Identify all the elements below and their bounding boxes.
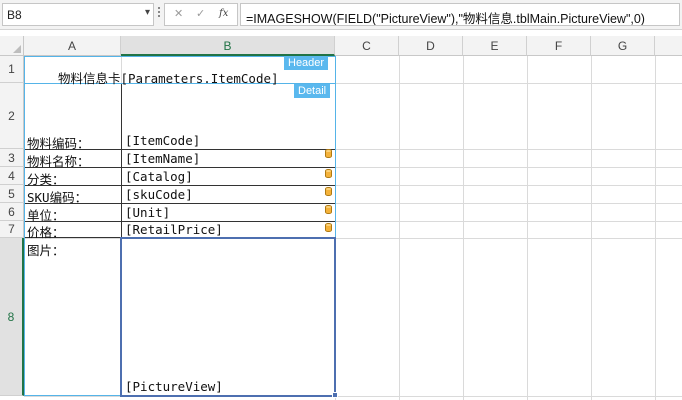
cell-a8-label[interactable]: 图片： xyxy=(27,240,65,259)
active-cell-selection[interactable] xyxy=(120,237,336,397)
cell-b7-value[interactable]: [RetailPrice] xyxy=(125,222,223,237)
name-box[interactable]: B8 ▾ xyxy=(2,3,154,26)
column-header-partial[interactable] xyxy=(655,36,682,56)
formula-input[interactable]: =IMAGESHOW(FIELD("PictureView"),"物料信息.tb… xyxy=(240,3,680,26)
cell-b5-value[interactable]: [skuCode] xyxy=(125,187,193,202)
database-field-icon xyxy=(325,205,332,214)
formula-buttons: ✕ ✓ fx xyxy=(164,3,238,26)
row-header-8[interactable]: 8 xyxy=(0,238,24,396)
column-header-g[interactable]: G xyxy=(591,36,655,56)
cell-border xyxy=(24,185,335,186)
detail-band-label[interactable]: Detail xyxy=(294,84,331,98)
database-field-icon xyxy=(325,187,332,196)
cell-a2-label[interactable]: 物料编码： xyxy=(27,133,90,152)
row-header-5[interactable]: 5 xyxy=(0,185,24,203)
gridline xyxy=(527,56,528,400)
cell-b4-value[interactable]: [Catalog] xyxy=(125,169,193,184)
gridline xyxy=(399,56,400,400)
enter-icon[interactable]: ✓ xyxy=(196,7,205,20)
column-header-b[interactable]: B xyxy=(121,36,335,56)
name-box-value: B8 xyxy=(7,8,22,22)
cell-a5-label[interactable]: SKU编码： xyxy=(27,187,87,206)
column-header-f[interactable]: F xyxy=(527,36,591,56)
gridline xyxy=(591,56,592,400)
insert-function-icon[interactable]: fx xyxy=(219,8,228,19)
formula-bar-resize-handle[interactable] xyxy=(156,5,162,25)
row-header-6[interactable]: 6 xyxy=(0,203,24,221)
column-header-c[interactable]: C xyxy=(335,36,399,56)
row-header-4[interactable]: 4 xyxy=(0,167,24,185)
database-field-icon xyxy=(325,149,332,158)
cancel-icon[interactable]: ✕ xyxy=(174,7,183,20)
spreadsheet-grid[interactable]: A B C D E F G 1 2 3 4 5 6 7 8 Header Det… xyxy=(0,36,682,400)
select-all-button[interactable] xyxy=(0,36,24,56)
cell-b2-value[interactable]: [ItemCode] xyxy=(125,133,200,148)
database-field-icon xyxy=(325,223,332,232)
cell-border xyxy=(121,83,122,238)
cell-a4-label[interactable]: 分类： xyxy=(27,169,65,188)
row-header-3[interactable]: 3 xyxy=(0,149,24,167)
gridline xyxy=(463,56,464,400)
cell-b6-value[interactable]: [Unit] xyxy=(125,205,170,220)
column-header-d[interactable]: D xyxy=(399,36,463,56)
row-header-1[interactable]: 1 xyxy=(0,56,24,83)
header-band-label[interactable]: Header xyxy=(284,56,329,70)
column-header-a[interactable]: A xyxy=(24,36,121,56)
chevron-down-icon[interactable]: ▾ xyxy=(145,7,150,18)
formula-text: =IMAGESHOW(FIELD("PictureView"),"物料信息.tb… xyxy=(246,12,645,26)
gridline xyxy=(655,56,656,400)
cell-b3-value[interactable]: [ItemName] xyxy=(125,151,200,166)
row-header-2[interactable]: 2 xyxy=(0,83,24,149)
cell-a3-label[interactable]: 物料名称： xyxy=(27,151,90,170)
cell-a1-title[interactable]: 物料信息卡[Parameters.ItemCode] xyxy=(58,68,279,87)
formula-bar: B8 ▾ ✕ ✓ fx =IMAGESHOW(FIELD("PictureVie… xyxy=(0,0,682,30)
database-field-icon xyxy=(325,169,332,178)
fill-handle[interactable] xyxy=(332,392,338,398)
cell-a7-label[interactable]: 价格： xyxy=(27,222,65,241)
row-header-7[interactable]: 7 xyxy=(0,221,24,238)
column-header-e[interactable]: E xyxy=(463,36,527,56)
